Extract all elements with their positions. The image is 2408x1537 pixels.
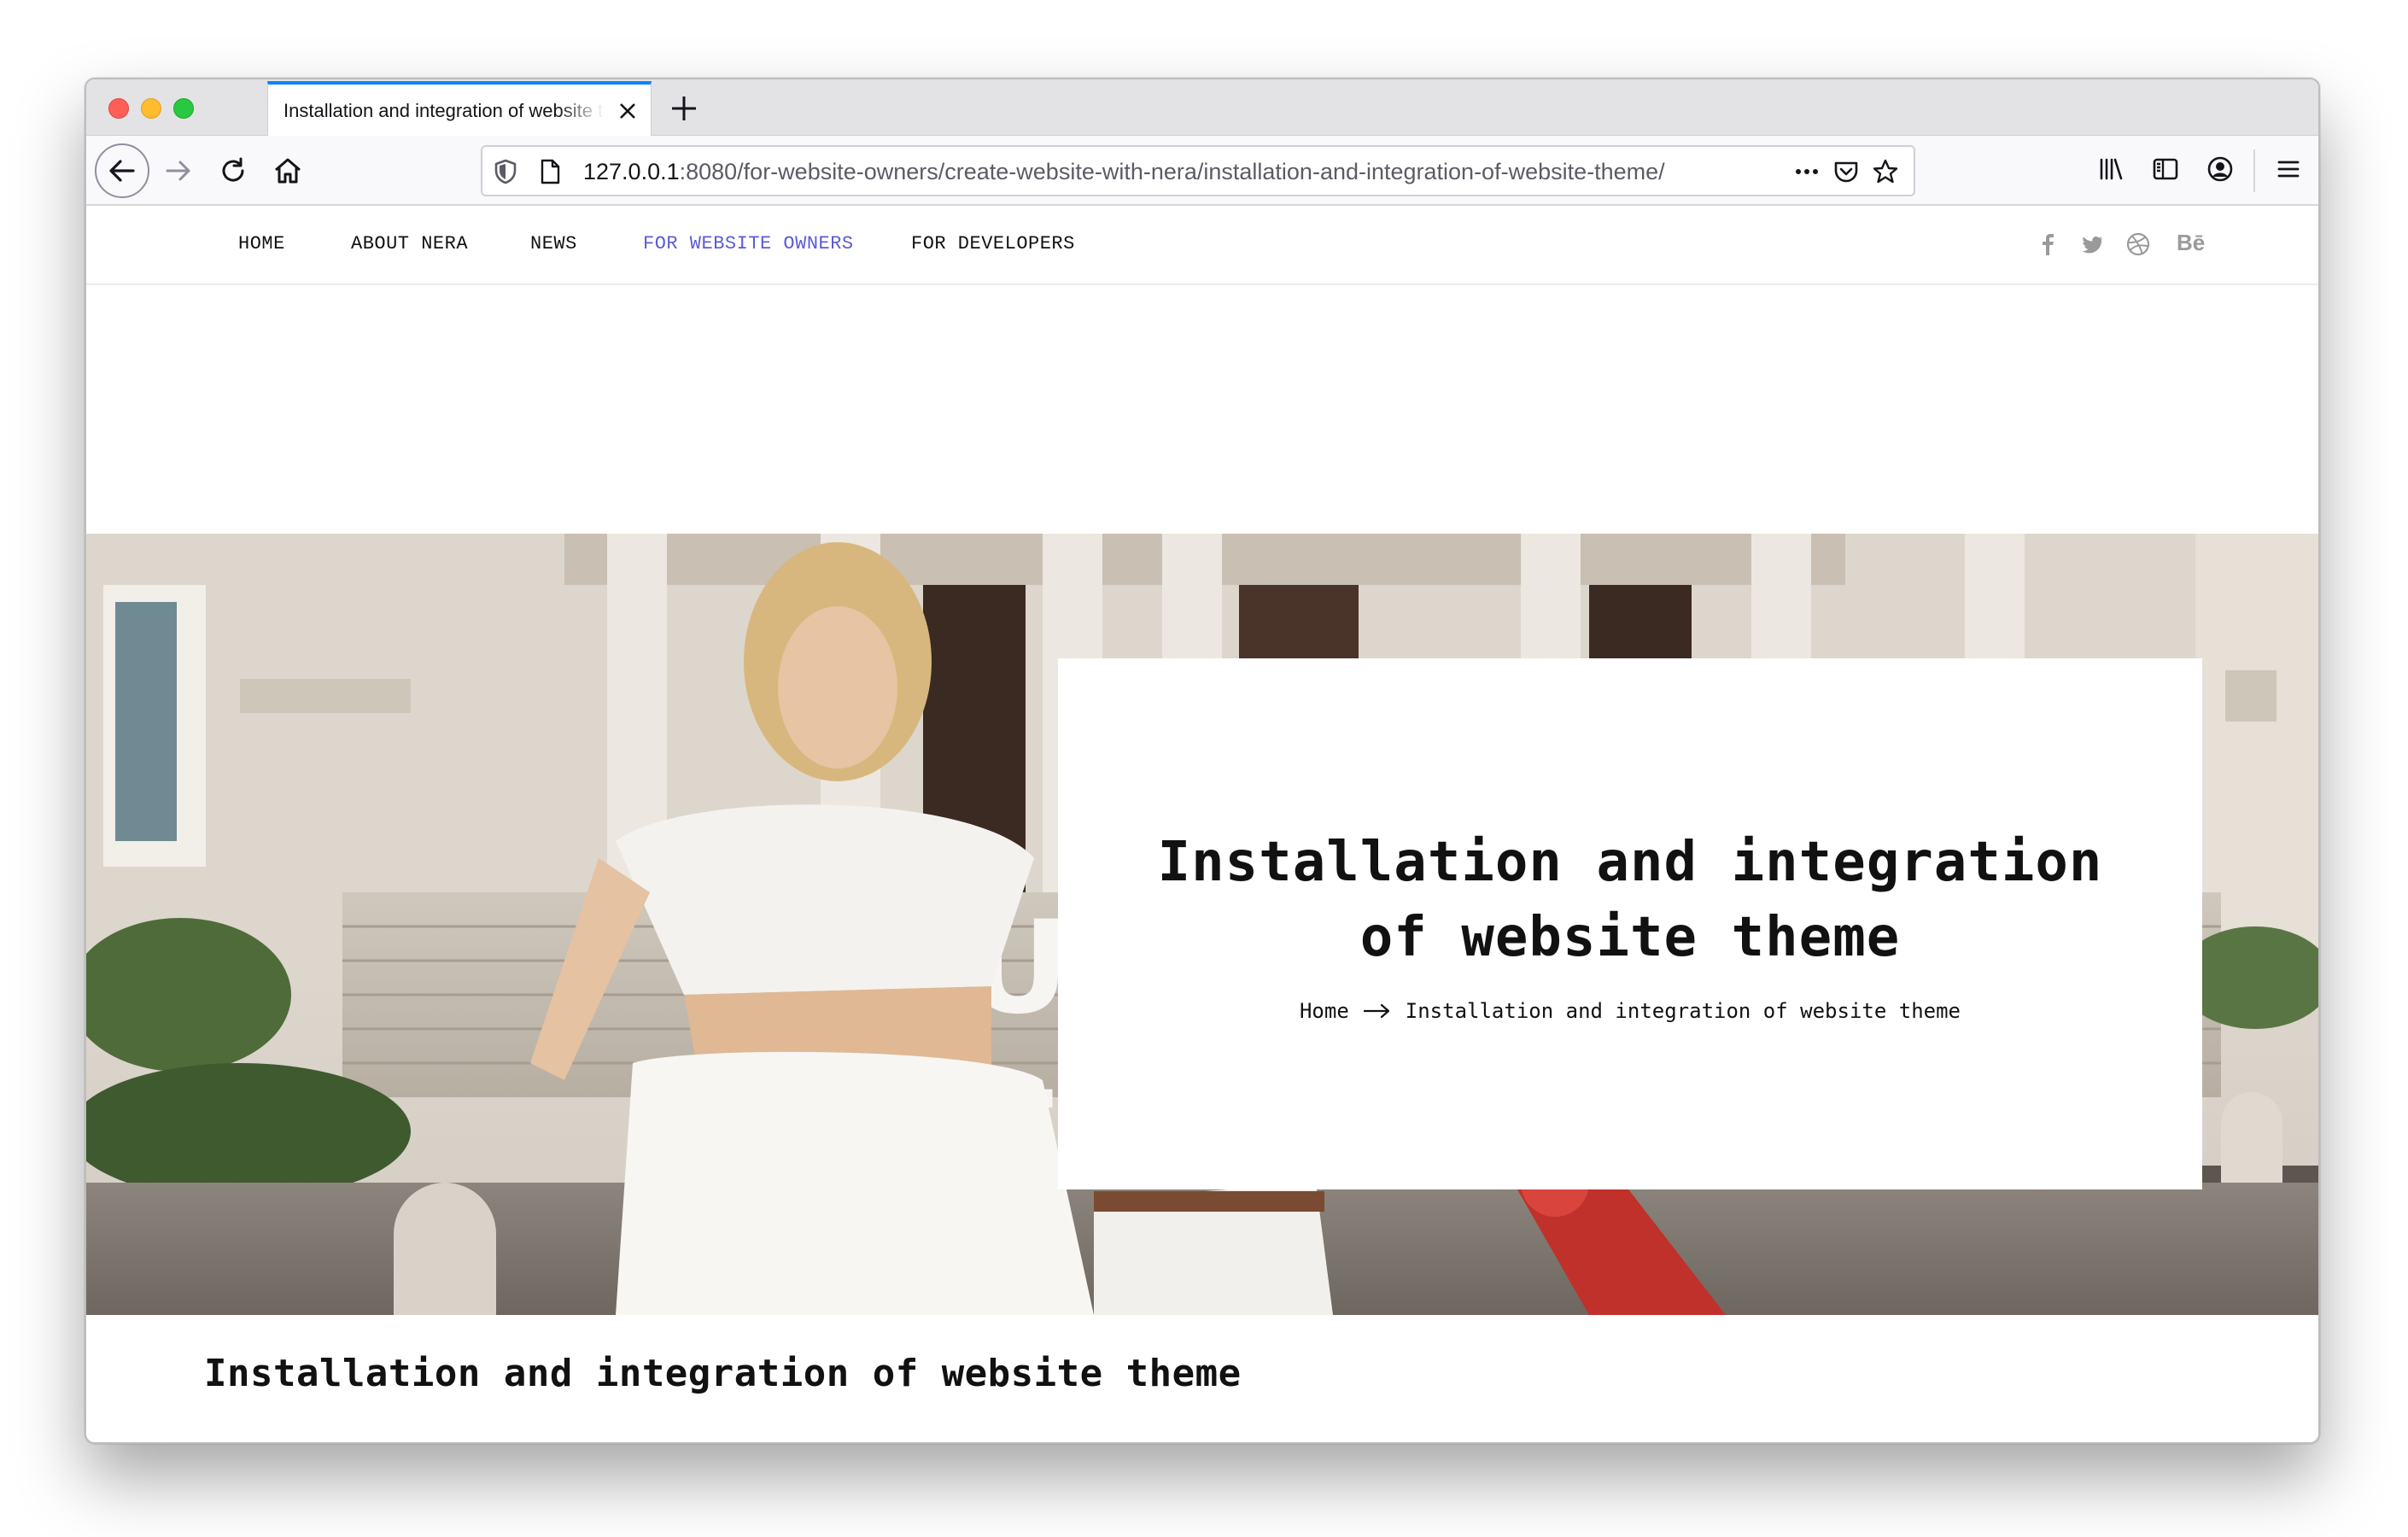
plus-icon[interactable] xyxy=(667,91,701,126)
close-window-button[interactable] xyxy=(108,98,129,119)
reload-icon xyxy=(222,157,244,182)
library-icon[interactable] xyxy=(2096,155,2125,184)
breadcrumb-home-link[interactable]: Home xyxy=(1300,999,1349,1023)
toolbar-divider xyxy=(2253,149,2255,192)
menu-item-news[interactable]: NEWS xyxy=(530,233,577,254)
menu-icon[interactable] xyxy=(2274,155,2303,184)
browser-tab[interactable]: Installation and integration of website … xyxy=(267,81,652,137)
reload-button[interactable] xyxy=(211,149,255,193)
page-title: Installation and integration of website … xyxy=(1157,831,2103,969)
back-button[interactable] xyxy=(95,143,149,198)
forward-button[interactable] xyxy=(156,149,201,193)
page-icon[interactable] xyxy=(535,157,564,186)
pocket-icon[interactable] xyxy=(1832,157,1861,186)
facebook-icon[interactable] xyxy=(2035,231,2060,257)
tab-title: Installation and integration of website … xyxy=(283,100,605,121)
more-icon[interactable] xyxy=(1792,157,1821,186)
arrow-right-icon xyxy=(1363,1003,1389,1019)
shield-icon[interactable] xyxy=(491,157,520,186)
account-icon[interactable] xyxy=(2206,155,2235,184)
zoom-window-button[interactable] xyxy=(173,98,194,119)
browser-window: Installation and integration of website … xyxy=(85,78,2320,1444)
menu-item-about-nera[interactable]: ABOUT NERA xyxy=(351,233,468,254)
url-path: :8080/for-website-owners/create-website-… xyxy=(679,159,1665,184)
breadcrumb: Home Installation and integration of web… xyxy=(1300,999,1961,1023)
content-heading: Installation and integration of website … xyxy=(204,1352,1242,1395)
menu-item-home[interactable]: HOME xyxy=(238,233,285,254)
tab-bar: Installation and integration of website … xyxy=(86,79,2318,137)
url-bar[interactable]: 127.0.0.1:8080/for-website-owners/create… xyxy=(481,145,1915,196)
hero-title-card: Installation and integration of website … xyxy=(1058,658,2202,1189)
url-host: 127.0.0.1 xyxy=(583,159,680,184)
navigation-toolbar: 127.0.0.1:8080/for-website-owners/create… xyxy=(86,136,2318,206)
close-icon[interactable] xyxy=(617,100,639,122)
menu-item-for-developers[interactable]: FOR DEVELOPERS xyxy=(911,233,1075,254)
breadcrumb-current: Installation and integration of website … xyxy=(1405,999,1961,1023)
back-arrow-icon xyxy=(109,160,135,182)
site-header: HOME ABOUT NERA NEWS FOR WEBSITE OWNERS … xyxy=(86,206,2318,285)
twitter-icon[interactable] xyxy=(2079,231,2105,257)
menu-item-for-website-owners[interactable]: FOR WEBSITE OWNERS xyxy=(643,233,854,254)
home-icon xyxy=(275,158,301,184)
hero-banner: U T xyxy=(86,534,2318,1315)
forward-arrow-icon xyxy=(166,161,190,181)
page-viewport: HOME ABOUT NERA NEWS FOR WEBSITE OWNERS … xyxy=(86,206,2318,1442)
home-button[interactable] xyxy=(266,149,310,193)
dribbble-icon[interactable] xyxy=(2125,231,2151,257)
behance-icon[interactable]: Bē xyxy=(2177,230,2205,256)
minimize-window-button[interactable] xyxy=(141,98,161,119)
star-icon[interactable] xyxy=(1871,157,1900,186)
sidebar-icon[interactable] xyxy=(2151,155,2180,184)
url-text[interactable]: 127.0.0.1:8080/for-website-owners/create… xyxy=(583,159,1762,185)
